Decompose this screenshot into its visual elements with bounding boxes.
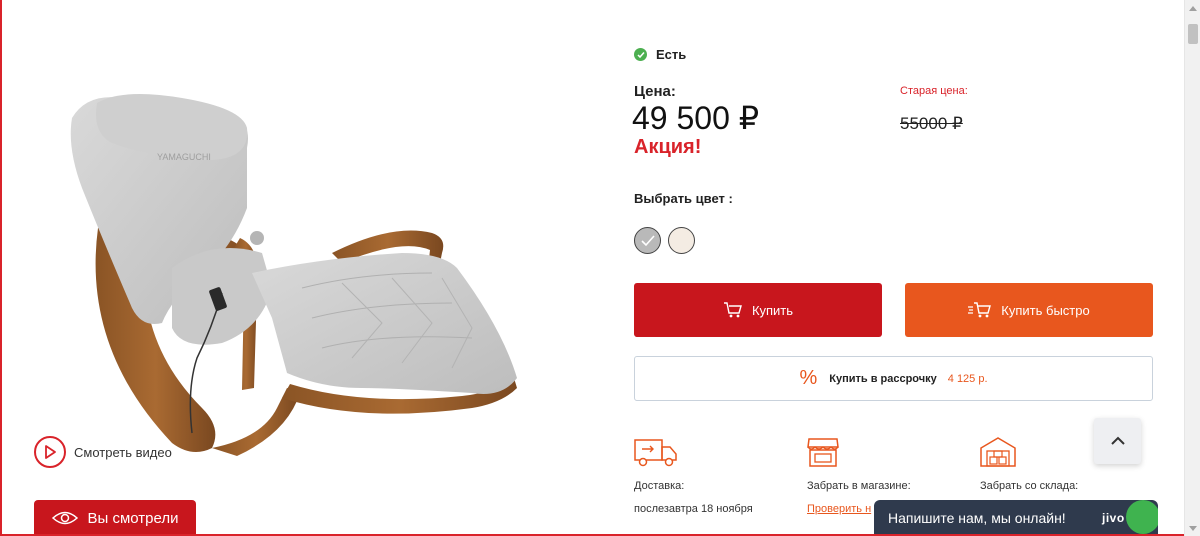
warehouse-title: Забрать со склада: <box>980 480 1079 492</box>
promo-label: Акция! <box>634 136 702 158</box>
color-picker-title: Выбрать цвет : <box>634 191 733 206</box>
scroll-to-top-button[interactable] <box>1094 418 1141 464</box>
truck-icon <box>634 435 753 467</box>
play-icon <box>34 436 66 468</box>
quick-buy-button[interactable]: Купить быстро <box>905 283 1153 337</box>
viewed-products-tab[interactable]: Вы смотрели <box>34 500 196 536</box>
stock-status: Есть <box>634 47 686 62</box>
price-label: Цена: <box>634 83 676 100</box>
page-scrollbar[interactable] <box>1184 0 1200 536</box>
installment-button[interactable]: % Купить в рассрочку 4 125 р. <box>634 356 1153 401</box>
price-value: 49 500 ₽ <box>632 100 760 136</box>
color-swatch-grey[interactable] <box>634 227 661 254</box>
installment-label: Купить в рассрочку <box>829 372 937 385</box>
delivery-courier: Доставка: послезавтра 18 ноября <box>634 435 753 515</box>
courier-date: послезавтра 18 ноября <box>634 503 753 515</box>
quick-cart-icon <box>968 301 992 319</box>
chair-brand-text: YAMAGUCHI <box>157 152 211 162</box>
old-price-label: Старая цена: <box>900 85 968 97</box>
product-image: YAMAGUCHI <box>70 94 517 456</box>
store-title: Забрать в магазине: <box>807 480 911 492</box>
stock-label: Есть <box>656 47 687 62</box>
scroll-down-arrow-icon[interactable] <box>1185 520 1200 536</box>
chevron-up-icon <box>1110 436 1125 445</box>
store-icon <box>807 435 911 467</box>
viewed-tab-label: Вы смотрели <box>87 509 179 527</box>
chat-online-indicator <box>1126 500 1158 534</box>
check-icon <box>634 48 647 61</box>
watch-video-link[interactable]: Смотреть видео <box>34 436 172 468</box>
cart-icon <box>723 301 743 319</box>
check-icon <box>640 234 655 246</box>
watch-video-label: Смотреть видео <box>74 444 172 460</box>
scrollbar-thumb[interactable] <box>1188 24 1198 44</box>
chat-message: Напишите нам, мы онлайн! <box>888 510 1066 526</box>
scroll-up-arrow-icon[interactable] <box>1185 0 1200 16</box>
warehouse-icon <box>980 435 1078 467</box>
courier-title: Доставка: <box>634 480 685 492</box>
delivery-warehouse: Забрать со склада: <box>980 435 1078 492</box>
buy-button-label: Купить <box>751 302 794 318</box>
buy-button[interactable]: Купить <box>634 283 882 337</box>
left-accent-border <box>0 0 2 536</box>
eye-icon <box>51 511 78 525</box>
chat-brand-logo: jivo <box>1102 511 1125 525</box>
installment-amount: 4 125 р. <box>947 372 988 385</box>
percent-icon: % <box>799 367 818 389</box>
chat-widget[interactable]: Напишите нам, мы онлайн! jivo <box>874 500 1158 536</box>
old-price-value: 55000 ₽ <box>900 114 963 133</box>
color-swatch-cream[interactable] <box>668 227 695 254</box>
quick-buy-label: Купить быстро <box>1001 302 1090 318</box>
